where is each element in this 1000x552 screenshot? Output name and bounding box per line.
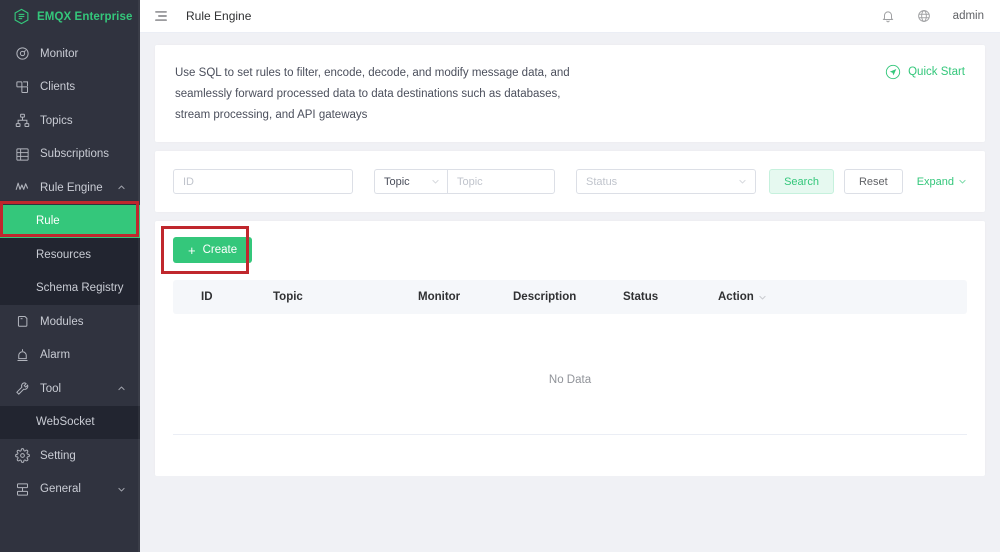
sidebar-group-tool[interactable]: Tool bbox=[0, 372, 140, 406]
sidebar-nav: Monitor Clients bbox=[0, 33, 140, 506]
hamburger-icon[interactable] bbox=[154, 9, 168, 23]
brand[interactable]: EMQX Enterprise bbox=[0, 0, 140, 33]
sidebar-item-topics[interactable]: Topics bbox=[0, 104, 140, 138]
topic-select-value: Topic bbox=[384, 176, 410, 188]
create-button-wrapper: + Create bbox=[173, 237, 252, 263]
sidebar: EMQX Enterprise Monitor bbox=[0, 0, 140, 552]
topic-filter-group: Topic Topic bbox=[374, 169, 555, 194]
expand-label: Expand bbox=[917, 176, 954, 188]
column-header-action[interactable]: Action bbox=[718, 280, 967, 314]
page-content: Use SQL to set rules to filter, encode, … bbox=[140, 33, 1000, 476]
gear-icon bbox=[15, 448, 30, 463]
rules-table-body: No Data bbox=[173, 314, 967, 434]
column-header-monitor[interactable]: Monitor bbox=[418, 280, 513, 314]
column-header-description[interactable]: Description bbox=[513, 280, 623, 314]
empty-row: No Data bbox=[173, 314, 967, 434]
table-footer-divider bbox=[173, 434, 967, 435]
column-header-id[interactable]: ID bbox=[173, 280, 273, 314]
topic-input-placeholder: Topic bbox=[457, 176, 483, 188]
sidebar-item-label: Subscriptions bbox=[40, 148, 109, 160]
sidebar-item-modules[interactable]: Modules bbox=[0, 305, 140, 339]
plus-icon: + bbox=[188, 244, 196, 257]
globe-icon[interactable] bbox=[895, 9, 931, 23]
table-header-row: ID Topic Monitor Description Status Acti… bbox=[173, 280, 967, 314]
description-text: Use SQL to set rules to filter, encode, … bbox=[175, 63, 575, 126]
main-area: Rule Engine admin Use S bbox=[140, 0, 1000, 552]
expand-toggle[interactable]: Expand bbox=[917, 176, 967, 188]
status-select-placeholder: Status bbox=[586, 176, 617, 188]
column-header-status[interactable]: Status bbox=[623, 280, 718, 314]
rules-table-card: + Create ID Topic Monitor Description St… bbox=[155, 221, 985, 476]
send-circle-icon bbox=[885, 64, 901, 80]
modules-icon bbox=[15, 314, 30, 329]
general-icon bbox=[15, 482, 30, 497]
topic-select[interactable]: Topic bbox=[374, 169, 447, 194]
chevron-down-icon bbox=[431, 177, 440, 186]
sidebar-item-label: Resources bbox=[36, 249, 91, 261]
sidebar-item-general[interactable]: General bbox=[0, 473, 140, 507]
sidebar-item-label: Alarm bbox=[40, 349, 70, 361]
chevron-down-icon bbox=[758, 293, 767, 302]
alarm-icon bbox=[15, 348, 30, 363]
sidebar-item-label: Rule Engine bbox=[40, 182, 103, 194]
hexagon-menu-logo-icon bbox=[13, 8, 30, 25]
sidebar-item-label: Clients bbox=[40, 81, 75, 93]
create-button-label: Create bbox=[203, 244, 238, 256]
brand-name: EMQX Enterprise bbox=[37, 11, 132, 23]
clients-icon bbox=[15, 80, 30, 95]
sidebar-item-alarm[interactable]: Alarm bbox=[0, 339, 140, 373]
sidebar-item-setting[interactable]: Setting bbox=[0, 439, 140, 473]
sidebar-group-rule-engine[interactable]: Rule Engine bbox=[0, 171, 140, 205]
sidebar-item-label: Modules bbox=[40, 316, 83, 328]
sidebar-item-label: Schema Registry bbox=[36, 282, 124, 294]
id-input-placeholder: ID bbox=[183, 176, 194, 188]
sidebar-item-subscriptions[interactable]: Subscriptions bbox=[0, 138, 140, 172]
description-card: Use SQL to set rules to filter, encode, … bbox=[155, 45, 985, 142]
topic-input[interactable]: Topic bbox=[447, 169, 555, 194]
id-input[interactable]: ID bbox=[173, 169, 353, 194]
reset-button[interactable]: Reset bbox=[844, 169, 903, 194]
column-header-action-label: Action bbox=[718, 291, 754, 303]
wrench-icon bbox=[15, 381, 30, 396]
create-button[interactable]: + Create bbox=[173, 237, 252, 263]
search-button[interactable]: Search bbox=[769, 169, 834, 194]
chevron-up-icon bbox=[117, 384, 126, 393]
sidebar-item-label: Monitor bbox=[40, 48, 78, 60]
chevron-up-icon bbox=[117, 183, 126, 192]
topbar: Rule Engine admin bbox=[140, 0, 1000, 33]
filter-bar: ID Topic Topic bbox=[155, 151, 985, 212]
app-root: EMQX Enterprise Monitor bbox=[0, 0, 1000, 552]
sidebar-item-monitor[interactable]: Monitor bbox=[0, 37, 140, 71]
sidebar-item-label: WebSocket bbox=[36, 416, 95, 428]
rules-table-head: ID Topic Monitor Description Status Acti… bbox=[173, 280, 967, 314]
chevron-down-icon bbox=[738, 177, 747, 186]
sidebar-item-schema-registry[interactable]: Schema Registry bbox=[0, 272, 140, 306]
column-header-topic[interactable]: Topic bbox=[273, 280, 418, 314]
sidebar-item-rule[interactable]: Rule bbox=[0, 205, 140, 239]
sitemap-icon bbox=[15, 113, 30, 128]
sidebar-item-clients[interactable]: Clients bbox=[0, 71, 140, 105]
user-menu[interactable]: admin bbox=[953, 10, 984, 22]
sidebar-item-websocket[interactable]: WebSocket bbox=[0, 406, 140, 440]
bell-icon[interactable] bbox=[859, 9, 895, 23]
dashboard-icon bbox=[15, 46, 30, 61]
quick-start-label: Quick Start bbox=[908, 66, 965, 78]
chevron-down-icon bbox=[958, 177, 967, 186]
sidebar-item-label: Topics bbox=[40, 115, 73, 127]
status-select[interactable]: Status bbox=[576, 169, 756, 194]
pulse-icon bbox=[15, 180, 30, 195]
sidebar-item-label: Tool bbox=[40, 383, 61, 395]
page-title: Rule Engine bbox=[186, 9, 251, 23]
list-icon bbox=[15, 147, 30, 162]
sidebar-item-label: Setting bbox=[40, 450, 76, 462]
chevron-down-icon bbox=[117, 485, 126, 494]
sidebar-item-label: Rule bbox=[36, 215, 60, 227]
sidebar-scrollbar[interactable] bbox=[138, 0, 140, 552]
sidebar-item-resources[interactable]: Resources bbox=[0, 238, 140, 272]
sidebar-item-label: General bbox=[40, 483, 81, 495]
no-data-text: No Data bbox=[173, 314, 967, 434]
quick-start-link[interactable]: Quick Start bbox=[885, 64, 965, 80]
rules-table: ID Topic Monitor Description Status Acti… bbox=[173, 280, 967, 434]
